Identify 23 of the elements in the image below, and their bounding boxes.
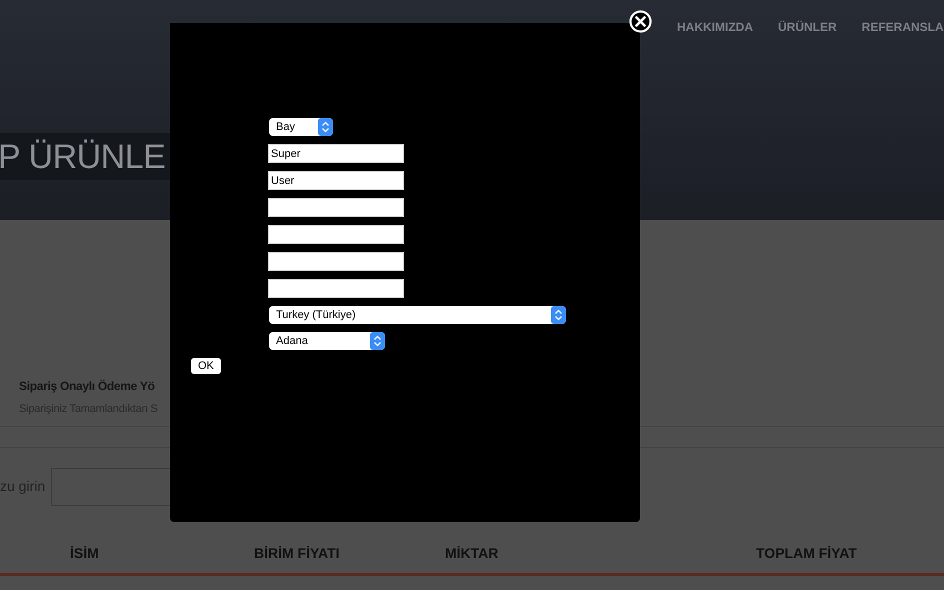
input-field[interactable]: [268, 279, 404, 298]
dropdown[interactable]: Turkey (Türkiye): [269, 306, 566, 324]
dropdown[interactable]: Bay: [269, 118, 333, 136]
close-icon[interactable]: [629, 10, 652, 33]
input-field[interactable]: [268, 252, 404, 271]
column-header: BİRİM FİYATI: [254, 544, 340, 562]
input-field[interactable]: [268, 198, 404, 217]
chevron-updown-icon: [551, 306, 566, 324]
dropdown[interactable]: Adana: [269, 332, 385, 350]
page-title: P ÜRÜNLE: [0, 140, 166, 174]
payment-title: Sipariş Onaylı Ödeme Yö: [19, 378, 156, 395]
chevron-updown-icon: [370, 332, 385, 350]
input-field[interactable]: User: [268, 171, 404, 190]
ok-button[interactable]: OK: [191, 358, 221, 374]
nav-link[interactable]: HAKKIMIZDA: [677, 18, 753, 36]
column-header: TOPLAM FİYAT: [756, 544, 857, 562]
input-field[interactable]: [268, 225, 404, 244]
nav-link[interactable]: REFERANSLA: [862, 18, 944, 36]
input-field[interactable]: Super: [268, 144, 404, 163]
column-header: İSİM: [70, 544, 99, 562]
chevron-updown-icon: [318, 118, 333, 136]
column-header: MİKTAR: [445, 544, 498, 562]
nav-link[interactable]: ÜRÜNLER: [778, 18, 837, 36]
